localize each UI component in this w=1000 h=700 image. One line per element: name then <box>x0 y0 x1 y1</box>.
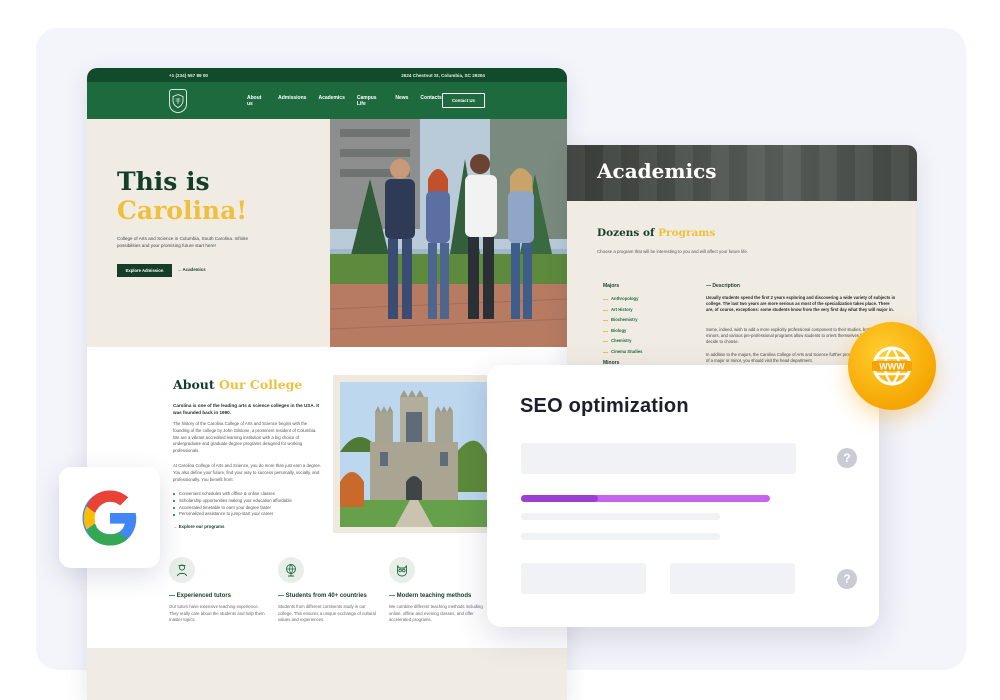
majors-list: Anthropology Art History Biochemistry Bi… <box>603 294 642 358</box>
major-item[interactable]: Cinema Studies <box>603 347 642 358</box>
tutor-icon <box>169 557 195 583</box>
college-building-photo <box>340 382 488 527</box>
programs-subtitle: Choose a program that will be interestin… <box>597 249 748 254</box>
main-navigation: About us Admissions Academics Campus Lif… <box>87 82 567 119</box>
nav-item-about[interactable]: About us <box>247 95 266 107</box>
about-paragraph-2: At Carolina College of Arts and Science,… <box>173 463 322 482</box>
nav-item-academics[interactable]: Academics <box>318 95 344 107</box>
academics-link[interactable]: → Academics <box>177 267 206 272</box>
globe-icon <box>278 557 304 583</box>
about-title: About Our College <box>173 377 302 392</box>
benefit-item: Scholarship opportunities making your ed… <box>173 498 292 505</box>
explore-admission-button[interactable]: Explore Admission <box>117 264 172 277</box>
contact-us-button[interactable]: Contact Us <box>441 93 485 108</box>
help-icon[interactable]: ? <box>837 569 857 589</box>
about-title-plain: About <box>173 377 215 392</box>
programs-title-plain: Dozens of <box>597 227 655 239</box>
seo-placeholder-line <box>521 513 720 520</box>
programs-title: Dozens of Programs <box>597 227 715 239</box>
feature-experienced-tutors: — Experienced tutors Our tutors have ext… <box>169 557 267 624</box>
about-lead: Carolina is one of the leading arts & sc… <box>173 403 320 415</box>
feature-text: Students from different continents study… <box>278 604 376 623</box>
explore-programs-link[interactable]: → Explore our programs <box>173 524 225 529</box>
feature-teaching-methods: — Modern teaching methods We combine dif… <box>389 557 487 624</box>
students-photo <box>330 119 567 347</box>
nav-item-news[interactable]: News <box>395 95 408 107</box>
owl-icon <box>389 557 415 583</box>
svg-text:WWW: WWW <box>879 362 905 372</box>
feature-text: We combine different teaching methods in… <box>389 604 483 623</box>
seo-field-right[interactable] <box>670 563 795 594</box>
shield-icon <box>172 93 184 108</box>
programs-title-accent: Programs <box>658 227 716 239</box>
college-logo[interactable] <box>169 88 187 113</box>
benefits-list: Convenient schedules with offline & onli… <box>173 491 292 518</box>
www-globe-icon: WWW <box>872 346 912 386</box>
nav-item-admissions[interactable]: Admissions <box>278 95 306 107</box>
about-paragraph-1: The history of the Carolina College of A… <box>173 421 317 454</box>
benefit-item: Accelerated timetable to earn your degre… <box>173 505 292 512</box>
feature-students-countries: — Students from 40+ countries Students f… <box>278 557 376 624</box>
footer-band <box>87 648 567 700</box>
seo-field-left[interactable] <box>521 563 646 594</box>
arrow-right-icon: → <box>173 524 178 529</box>
hero-section: This is Carolina! College of Arts and Sc… <box>87 119 567 347</box>
hero-title: This is Carolina! <box>117 167 247 225</box>
seo-placeholder-line <box>521 533 720 540</box>
seo-title-field[interactable] <box>521 443 796 474</box>
academics-header: Academics <box>567 145 917 201</box>
seo-score-bar <box>521 495 770 502</box>
seo-optimization-card: SEO optimization ? ? <box>487 365 879 627</box>
feature-title: — Students from 40+ countries <box>278 593 367 599</box>
top-info-bar: +1 (234) 567 89 00 2624 Chestnut St, Col… <box>87 68 567 82</box>
major-item[interactable]: Biochemistry <box>603 315 642 326</box>
seo-score-fill <box>521 495 599 502</box>
academics-header-title: Academics <box>597 159 717 183</box>
explore-programs-label: Explore our programs <box>178 524 225 529</box>
about-title-accent: Our College <box>219 377 303 392</box>
help-icon[interactable]: ? <box>837 448 857 468</box>
description-paragraph-1: Usually students spend the first 2 years… <box>706 295 896 313</box>
hero-description: College of Arts and Science in Columbia,… <box>117 236 248 248</box>
majors-heading: Majors <box>603 283 620 289</box>
nav-item-campus-life[interactable]: Campus Life <box>357 95 383 107</box>
major-item[interactable]: Art History <box>603 305 642 316</box>
seo-title: SEO optimization <box>520 395 689 417</box>
google-logo-icon <box>82 490 136 545</box>
hero-title-line1: This is <box>117 167 210 196</box>
google-tile <box>59 467 160 568</box>
nav-menu: About us Admissions Academics Campus Lif… <box>247 95 442 107</box>
major-item[interactable]: Biology <box>603 326 642 337</box>
description-heading: — Description <box>706 283 740 289</box>
feature-title: — Experienced tutors <box>169 593 232 599</box>
benefit-item: Convenient schedules with offline & onli… <box>173 491 292 498</box>
feature-title: — Modern teaching methods <box>389 593 472 599</box>
www-badge: WWW <box>848 322 936 410</box>
nav-item-contacts[interactable]: Contacts <box>420 95 441 107</box>
address: 2624 Chestnut St, Columbia, SC 29204 <box>401 72 485 78</box>
major-item[interactable]: Chemistry <box>603 336 642 347</box>
feature-text: Our tutors have extensive teaching exper… <box>169 604 265 623</box>
major-item[interactable]: Anthropology <box>603 294 642 305</box>
benefit-item: Personalized assistance to jump-start yo… <box>173 511 292 518</box>
hero-title-line2: Carolina! <box>117 196 248 225</box>
phone-number[interactable]: +1 (234) 567 89 00 <box>169 73 208 78</box>
academics-link-label: Academics <box>182 267 206 272</box>
